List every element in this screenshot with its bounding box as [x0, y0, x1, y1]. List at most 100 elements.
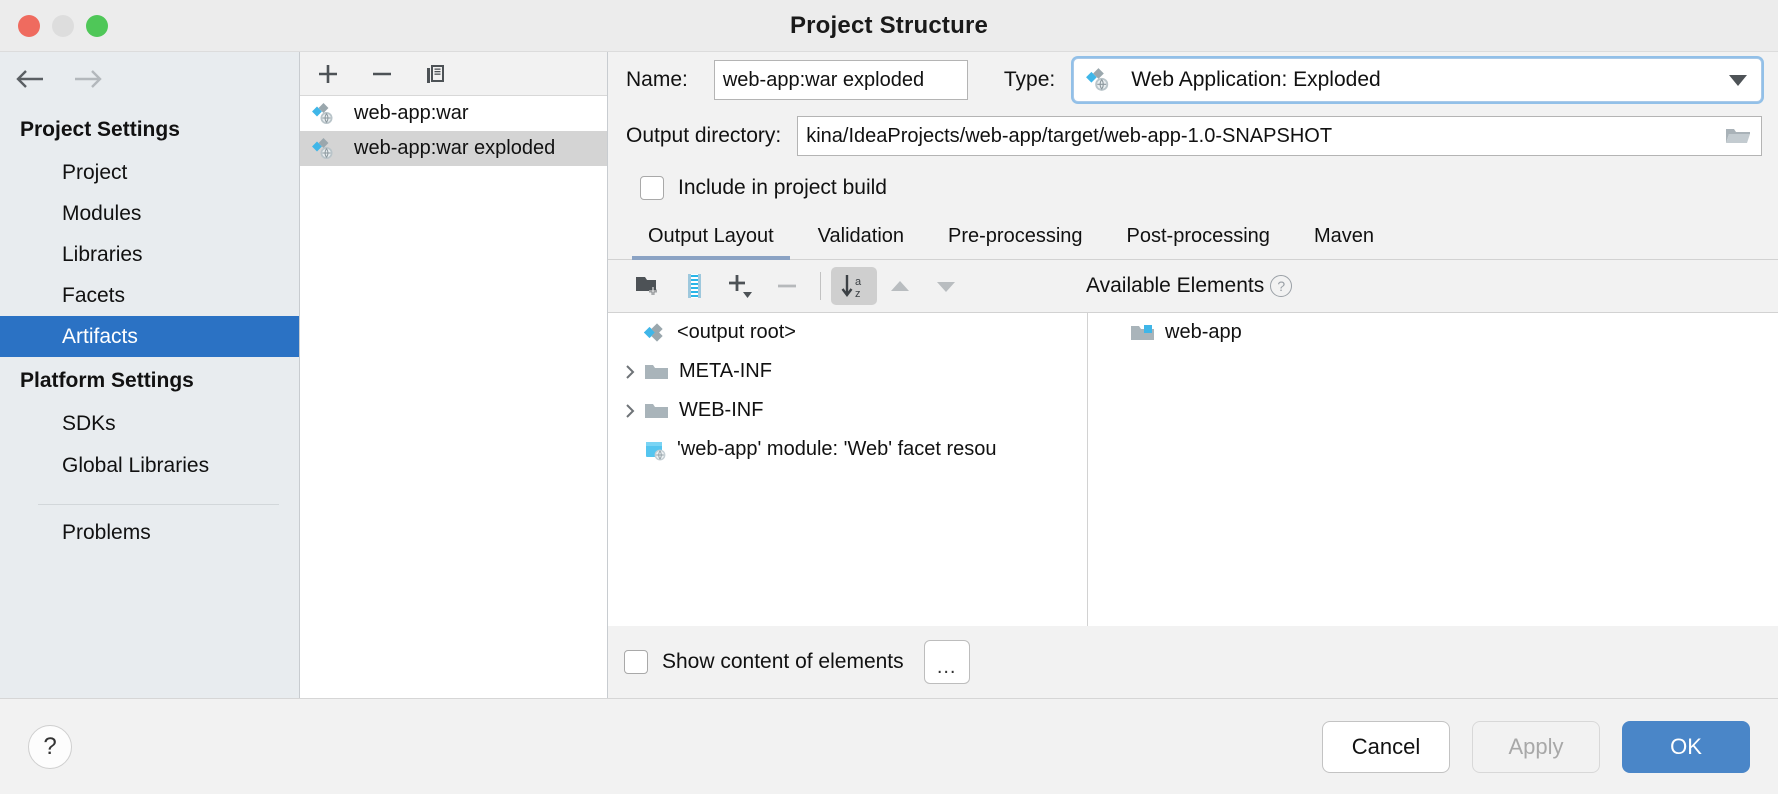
minus-icon[interactable] — [368, 60, 396, 88]
triangle-down-icon[interactable] — [923, 267, 969, 305]
available-elements-title: Available Elements — [1086, 274, 1264, 298]
name-input[interactable]: web-app:war exploded — [714, 60, 968, 100]
title-bar: Project Structure — [0, 0, 1778, 52]
tree-row-label: web-app — [1165, 321, 1242, 344]
show-content-checkbox[interactable] — [624, 650, 648, 674]
type-combobox[interactable]: Web Application: Exploded — [1073, 58, 1762, 102]
artifact-web-icon — [312, 137, 336, 161]
artifact-list-panel: web-app:war web-app:war exploded — [300, 52, 608, 698]
artifact-detail-panel: Name: web-app:war exploded Type: — [608, 52, 1778, 698]
output-directory-label: Output directory: — [626, 124, 781, 148]
name-type-row: Name: web-app:war exploded Type: — [608, 52, 1778, 108]
include-in-build-row: Include in project build — [608, 164, 1778, 212]
sidebar-group-title-platform-settings: Platform Settings — [0, 357, 299, 403]
tree-row-label: 'web-app' module: 'Web' facet resou — [677, 438, 997, 461]
sidebar-item-project[interactable]: Project — [0, 152, 299, 193]
artifact-web-icon — [1086, 67, 1112, 93]
sidebar-item-modules[interactable]: Modules — [0, 193, 299, 234]
toolbar-divider — [820, 272, 821, 300]
minus-icon[interactable] — [764, 267, 810, 305]
sidebar-item-artifacts[interactable]: Artifacts — [0, 316, 299, 357]
close-button[interactable] — [18, 15, 40, 37]
show-content-row: Show content of elements — [616, 650, 904, 674]
tab-output-layout[interactable]: Output Layout — [626, 225, 796, 259]
sidebar-item-libraries[interactable]: Libraries — [0, 234, 299, 275]
minimize-button[interactable] — [52, 15, 74, 37]
tree-row[interactable]: WEB-INF — [608, 391, 1087, 430]
settings-sidebar: Project Settings Project Modules Librari… — [0, 52, 300, 698]
ok-button[interactable]: OK — [1622, 721, 1750, 773]
plus-dropdown-icon[interactable] — [718, 267, 764, 305]
show-content-label: Show content of elements — [662, 650, 904, 674]
svg-text:a: a — [855, 276, 862, 288]
type-label: Type: — [1004, 68, 1055, 92]
apply-button[interactable]: Apply — [1472, 721, 1600, 773]
sidebar-item-facets[interactable]: Facets — [0, 275, 299, 316]
more-options-button[interactable]: ... — [924, 640, 970, 684]
output-layout-toolbar: a z Available Elements ? — [608, 260, 1778, 312]
module-folder-icon — [1130, 322, 1156, 344]
output-directory-input[interactable]: kina/IdeaProjects/web-app/target/web-app… — [797, 116, 1762, 156]
cancel-button[interactable]: Cancel — [1322, 721, 1450, 773]
twisty-icon[interactable] — [616, 363, 644, 381]
chevron-down-icon[interactable] — [1729, 75, 1747, 86]
sidebar-item-global-libraries[interactable]: Global Libraries — [0, 445, 299, 486]
sidebar-nav-arrows — [0, 52, 299, 106]
arrow-right-icon[interactable] — [70, 64, 104, 94]
output-layout-tree[interactable]: <output root> META-INF — [608, 313, 1088, 626]
archive-icon[interactable] — [672, 267, 718, 305]
artifact-toolbar — [300, 52, 607, 96]
sidebar-item-sdks[interactable]: SDKs — [0, 403, 299, 444]
artifact-list: web-app:war web-app:war exploded — [300, 96, 607, 698]
tree-row-label: <output root> — [677, 321, 796, 344]
tab-validation[interactable]: Validation — [796, 225, 926, 259]
tree-row[interactable]: web-app — [1088, 313, 1778, 352]
twisty-icon[interactable] — [616, 402, 644, 420]
tab-pre-processing[interactable]: Pre-processing — [926, 225, 1105, 259]
window-controls — [18, 15, 108, 37]
tab-post-processing[interactable]: Post-processing — [1105, 225, 1292, 259]
output-directory-value: kina/IdeaProjects/web-app/target/web-app… — [806, 125, 1332, 148]
help-button[interactable]: ? — [28, 725, 72, 769]
output-directory-row: Output directory: kina/IdeaProjects/web-… — [608, 108, 1778, 164]
include-in-build-checkbox[interactable] — [640, 176, 664, 200]
tab-maven[interactable]: Maven — [1292, 225, 1396, 259]
folder-icon — [644, 361, 670, 383]
arrow-left-icon[interactable] — [14, 64, 48, 94]
available-elements-tree[interactable]: web-app — [1088, 313, 1778, 626]
copy-icon[interactable] — [422, 60, 450, 88]
folder-icon — [644, 400, 670, 422]
tree-row[interactable]: 'web-app' module: 'Web' facet resou — [608, 430, 1087, 469]
dialog-footer: ? Cancel Apply OK — [0, 698, 1778, 794]
artifact-web-icon — [312, 102, 336, 126]
tree-row[interactable]: <output root> — [608, 313, 1087, 352]
tree-row[interactable]: META-INF — [608, 352, 1087, 391]
artifact-list-item-label: web-app:war exploded — [354, 137, 555, 160]
include-in-build-label: Include in project build — [678, 176, 887, 200]
new-folder-icon[interactable] — [626, 267, 672, 305]
artifact-list-item-label: web-app:war — [354, 102, 469, 125]
dialog-body: Project Settings Project Modules Librari… — [0, 52, 1778, 698]
sidebar-group-title-project-settings: Project Settings — [0, 106, 299, 152]
artifact-root-icon — [644, 321, 668, 345]
plus-icon[interactable] — [314, 60, 342, 88]
zoom-button[interactable] — [86, 15, 108, 37]
available-elements-header: Available Elements ? — [1086, 274, 1292, 298]
facet-resources-icon — [644, 438, 668, 462]
folder-open-icon[interactable] — [1725, 125, 1751, 147]
artifact-list-item-war[interactable]: web-app:war — [300, 96, 607, 131]
sort-az-icon[interactable]: a z — [831, 267, 877, 305]
svg-text:z: z — [855, 288, 861, 300]
sidebar-item-problems[interactable]: Problems — [0, 505, 299, 553]
project-structure-dialog: Project Structure Project Set — [0, 0, 1778, 794]
triangle-up-icon[interactable] — [877, 267, 923, 305]
name-input-value: web-app:war exploded — [723, 69, 924, 92]
name-label: Name: — [626, 68, 688, 92]
tree-row-label: WEB-INF — [679, 399, 763, 422]
layout-bottom-bar: Show content of elements ... — [608, 626, 1778, 698]
tree-row-label: META-INF — [679, 360, 772, 383]
sidebar-filler — [0, 553, 299, 698]
help-icon[interactable]: ? — [1270, 275, 1292, 297]
artifact-list-item-war-exploded[interactable]: web-app:war exploded — [300, 131, 607, 166]
window-title: Project Structure — [0, 12, 1778, 40]
